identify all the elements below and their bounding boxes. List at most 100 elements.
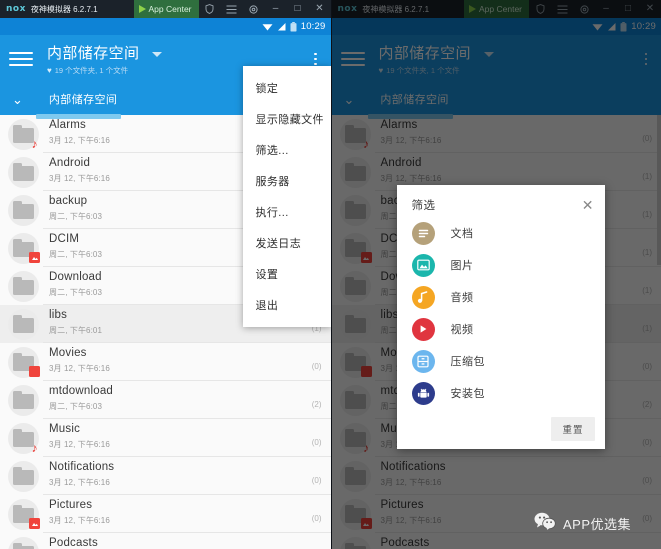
close-button[interactable]: ✕ [309, 0, 331, 18]
table-row[interactable]: Movies 3月 12, 下午6:16 (0) [0, 343, 331, 381]
folder-icon [8, 233, 40, 264]
music-badge-icon: ♪ [31, 440, 38, 455]
folder-icon [8, 537, 39, 549]
file-name: Notifications [49, 461, 115, 473]
shield-icon[interactable] [199, 0, 221, 18]
table-row[interactable]: ♪ Music 3月 12, 下午6:16 (0) [0, 419, 331, 457]
menu-item[interactable]: 筛选... [243, 134, 331, 165]
filter-option-label: 视频 [450, 324, 474, 336]
table-row[interactable]: Podcasts3月 12, 下午6:16(0) [0, 533, 331, 549]
wechat-icon [534, 512, 556, 535]
android-status-bar: 10:29 [0, 18, 331, 35]
row-text: mtdownload 周二, 下午6:03 [39, 381, 312, 412]
filter-option[interactable]: 安装包 [397, 377, 605, 409]
wifi-icon [262, 22, 273, 31]
maximize-button[interactable]: □ [287, 0, 309, 18]
filter-option-label: 图片 [450, 260, 474, 272]
chevron-down-icon[interactable] [152, 51, 163, 57]
file-name: Music [49, 423, 81, 435]
table-row[interactable]: Pictures 3月 12, 下午6:16 (0) [0, 495, 331, 533]
dialog-header: 筛选 ✕ [397, 195, 605, 217]
table-row[interactable]: mtdownload 周二, 下午6:03 (2) [0, 381, 331, 419]
row-text: Notifications 3月 12, 下午6:16 [39, 457, 312, 488]
page-title: 内部储存空间 [47, 45, 140, 62]
table-row[interactable]: Notifications 3月 12, 下午6:16 (0) [0, 457, 331, 495]
watermark-label: APP优选集 [562, 517, 631, 532]
breadcrumb-chevron-icon[interactable]: ⌄ [12, 93, 23, 106]
folder-icon [8, 347, 40, 378]
hamburger-icon[interactable] [221, 0, 243, 18]
dialog-title: 筛选 [411, 200, 436, 212]
watermark: APP优选集 [534, 512, 631, 535]
folder-icon: ♪ [8, 423, 39, 454]
video-icon [411, 317, 435, 341]
filter-option[interactable]: 压缩包 [397, 345, 605, 377]
heart-icon: ♥ [47, 65, 52, 75]
file-date: 3月 12, 下午6:16 [49, 516, 110, 525]
row-text: Music 3月 12, 下午6:16 [39, 419, 312, 450]
folder-icon [8, 385, 39, 416]
breadcrumb-label[interactable]: 内部储存空间 [49, 91, 117, 107]
row-text: Pictures 3月 12, 下午6:16 [39, 495, 312, 526]
menu-item[interactable]: 显示隐藏文件 [243, 103, 331, 134]
menu-item[interactable]: 锁定 [243, 72, 331, 103]
row-text: Movies 3月 12, 下午6:16 [39, 343, 312, 374]
file-count: (0) [311, 361, 322, 371]
image-icon [411, 253, 435, 277]
reset-button[interactable]: 重置 [551, 417, 595, 441]
folder-icon [8, 499, 40, 530]
play-icon [138, 5, 146, 13]
document-icon [411, 221, 435, 245]
app-bar-title-row[interactable]: 内部储存空间 [47, 42, 308, 63]
overflow-menu-button[interactable] [308, 52, 324, 66]
file-name: Movies [49, 347, 87, 359]
storage-summary: 19 个文件夹, 1 个文件 [54, 66, 129, 75]
file-name: Podcasts [49, 537, 98, 549]
file-date: 3月 12, 下午6:16 [49, 478, 110, 487]
filter-option-label: 安装包 [450, 388, 485, 400]
app-center-button[interactable]: App Center [133, 0, 199, 18]
nav-drawer-button[interactable] [9, 52, 33, 66]
file-date: 周二, 下午6:03 [49, 402, 103, 411]
filter-option[interactable]: 文档 [397, 217, 605, 249]
menu-item[interactable]: 执行... [243, 196, 331, 227]
window-title: 夜神模拟器 6.2.7.1 [30, 4, 98, 14]
filter-dialog: 筛选 ✕ 文档图片音频视频压缩包安装包 重置 [396, 185, 605, 449]
file-name: mtdownload [49, 385, 114, 397]
menu-item[interactable]: 发送日志 [243, 227, 331, 258]
file-date: 3月 12, 下午6:16 [49, 440, 110, 449]
filter-option-label: 文档 [450, 228, 474, 240]
folder-icon [8, 195, 39, 226]
file-count: (2) [311, 399, 322, 409]
image-badge-icon [29, 518, 40, 529]
close-icon[interactable]: ✕ [582, 198, 594, 212]
apk-icon [411, 381, 435, 405]
title-bar: nox 夜神模拟器 6.2.7.1 App Center – □ ✕ [0, 0, 331, 18]
video-badge-icon [29, 366, 40, 377]
signal-icon [277, 22, 286, 31]
menu-item[interactable]: 服务器 [243, 165, 331, 196]
gear-icon[interactable] [243, 0, 265, 18]
active-tab-indicator [36, 114, 121, 119]
filter-option-label: 压缩包 [450, 356, 485, 368]
status-clock: 10:29 [300, 21, 326, 32]
battery-icon [290, 21, 297, 32]
minimize-button[interactable]: – [265, 0, 287, 18]
file-date: 3月 12, 下午6:16 [49, 364, 110, 373]
filter-option[interactable]: 视频 [397, 313, 605, 345]
menu-item[interactable]: 退出 [243, 289, 331, 320]
file-count: (0) [312, 544, 322, 549]
folder-icon [8, 157, 39, 188]
file-count: (0) [311, 437, 322, 447]
filter-option[interactable]: 图片 [397, 249, 605, 281]
archive-icon [411, 349, 435, 373]
menu-item[interactable]: 设置 [243, 258, 331, 289]
nox-logo: nox [6, 4, 26, 14]
overflow-dropdown-menu[interactable]: 锁定 显示隐藏文件 筛选... 服务器 执行... 发送日志 设置 退出 [242, 66, 331, 327]
window-controls: – □ ✕ [199, 0, 331, 18]
filter-option[interactable]: 音频 [397, 281, 605, 313]
folder-icon [8, 271, 39, 302]
file-name: Pictures [49, 499, 93, 511]
file-count: (0) [311, 475, 322, 485]
app-center-label: App Center [148, 4, 192, 14]
